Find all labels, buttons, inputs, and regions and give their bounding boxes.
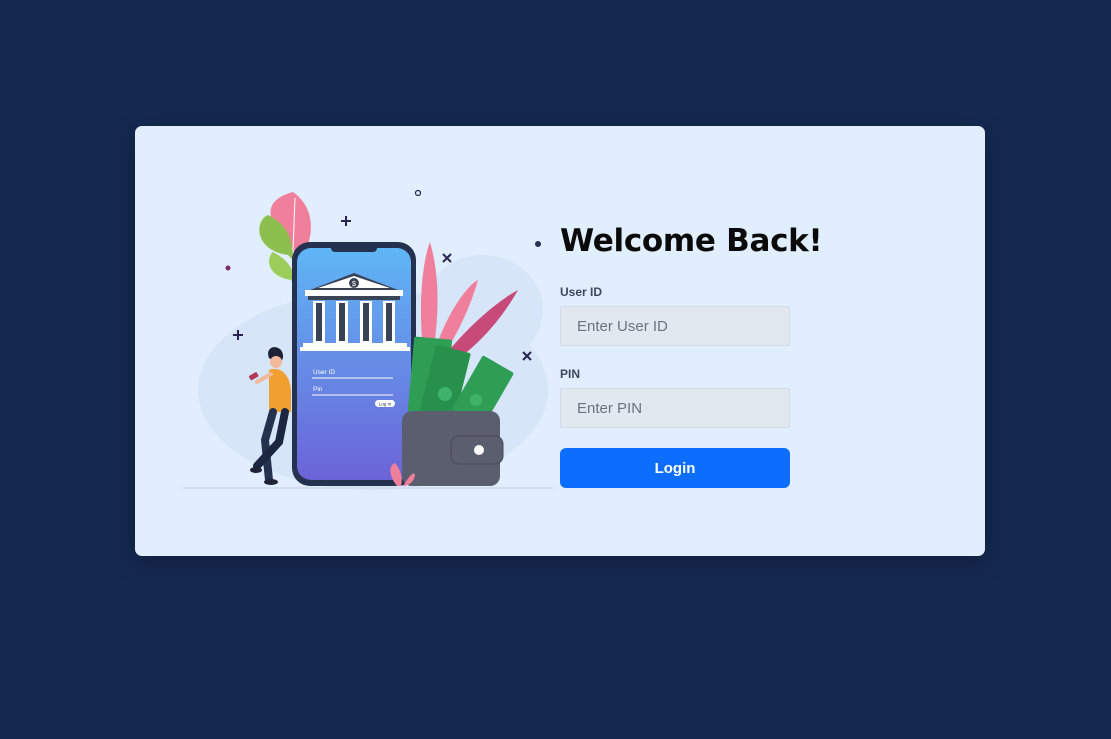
phone-icon: $ User ID Pin Log in (292, 242, 416, 486)
wallet-icon (402, 411, 504, 486)
phone-pin-label: Pin (313, 386, 323, 393)
user-id-label: User ID (560, 285, 603, 299)
banking-illustration: $ User ID Pin Log in (183, 189, 553, 490)
pin-input[interactable] (560, 388, 790, 428)
phone-login-label: Log in (379, 402, 392, 407)
decorative-dot (535, 241, 541, 247)
pin-label: PIN (560, 367, 581, 381)
login-button[interactable]: Login (560, 448, 790, 488)
login-form: Welcome Back! User ID PIN Login (560, 222, 823, 488)
page-title: Welcome Back! (560, 223, 823, 259)
user-id-input[interactable] (560, 306, 790, 346)
bank-symbol: $ (352, 281, 356, 288)
login-card: $ User ID Pin Log in Welcome Back! User … (135, 126, 985, 556)
phone-user-label: User ID (313, 369, 335, 376)
